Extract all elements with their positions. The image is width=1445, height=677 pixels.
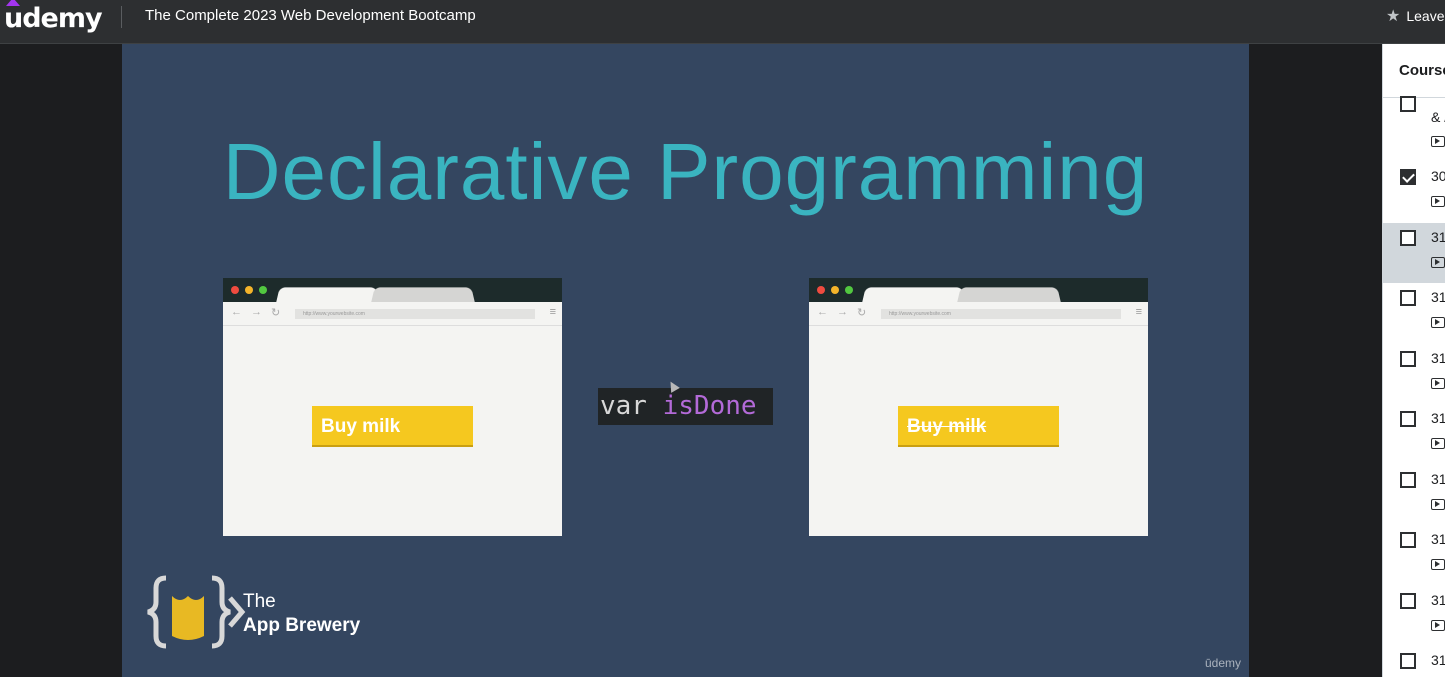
- lecture-checkbox[interactable]: [1400, 290, 1416, 306]
- lecture-number: 31: [1431, 410, 1445, 426]
- lecture-item[interactable]: 31: [1383, 646, 1445, 677]
- lecture-checkbox[interactable]: [1400, 229, 1416, 246]
- maximize-dot-icon: [845, 286, 853, 294]
- menu-icon: ≡: [549, 306, 556, 318]
- lecture-checkbox[interactable]: [1400, 96, 1416, 112]
- browser-mockup-right: ← → ↻ http://www.yourwebsite.com ≡ Buy m…: [809, 278, 1148, 536]
- slide-title: Declarative Programming: [222, 127, 1149, 216]
- lecture-checkbox[interactable]: [1400, 411, 1416, 427]
- back-arrow-icon: ←: [817, 306, 828, 318]
- lecture-item[interactable]: 30: [1383, 162, 1445, 222]
- lecture-checkbox[interactable]: [1400, 169, 1416, 185]
- leave-rating-label: Leave: [1406, 8, 1445, 24]
- lecture-item[interactable]: 31: [1383, 586, 1445, 646]
- sidebar-title: Course content: [1399, 62, 1445, 79]
- browser-tab-inactive: [957, 287, 1061, 303]
- lecture-item[interactable]: 31: [1383, 283, 1445, 343]
- minimize-dot-icon: [245, 286, 253, 294]
- menu-icon: ≡: [1135, 306, 1142, 318]
- browser-tab: [276, 287, 380, 303]
- url-bar: http://www.yourwebsite.com: [295, 309, 535, 319]
- lecture-number: 31: [1431, 470, 1445, 487]
- lecture-slide[interactable]: Declarative Programming ← → ↻ http://www…: [122, 44, 1249, 677]
- close-dot-icon: [817, 286, 825, 294]
- lecture-number: 31: [1431, 531, 1445, 547]
- close-dot-icon: [231, 286, 239, 294]
- video-icon: [1431, 498, 1445, 510]
- forward-arrow-icon: →: [837, 306, 848, 318]
- lecture-checkbox[interactable]: [1400, 471, 1416, 488]
- course-content-sidebar[interactable]: Course content & / 30 31 31 31 31 31 31 31 31: [1382, 44, 1445, 677]
- browser-navbar: ← → ↻ http://www.yourwebsite.com ≡: [809, 302, 1148, 326]
- lecture-number: 31: [1431, 652, 1445, 668]
- top-header: udemy The Complete 2023 Web Development …: [0, 0, 1445, 44]
- video-icon: [1431, 438, 1445, 449]
- lecture-checkbox[interactable]: [1400, 592, 1416, 609]
- browser-titlebar: [223, 278, 562, 303]
- lecture-item[interactable]: 31: [1383, 465, 1445, 525]
- lecture-number: 31: [1431, 591, 1445, 608]
- course-title[interactable]: The Complete 2023 Web Development Bootca…: [145, 7, 476, 24]
- lecture-item[interactable]: & /: [1383, 82, 1445, 147]
- reload-icon: ↻: [271, 307, 281, 319]
- reload-icon: ↻: [857, 307, 867, 319]
- lecture-number: 31: [1431, 349, 1445, 366]
- browser-titlebar: [809, 278, 1148, 303]
- maximize-dot-icon: [259, 286, 267, 294]
- video-icon: [1431, 559, 1445, 570]
- udemy-logo[interactable]: udemy: [4, 0, 103, 36]
- code-variable: isDone: [662, 391, 757, 421]
- code-keyword: var: [600, 391, 647, 421]
- code-snippet: var isDone: [598, 388, 773, 425]
- browser-tab: [862, 287, 966, 303]
- video-icon: [1431, 136, 1445, 147]
- buy-milk-button: Buy milk: [312, 406, 473, 447]
- browser-mockup-left: ← → ↻ http://www.yourwebsite.com ≡ Buy m…: [223, 278, 562, 536]
- udemy-watermark: ūdemy: [1204, 656, 1241, 670]
- lecture-number: 30: [1431, 168, 1445, 184]
- lecture-checkbox[interactable]: [1400, 653, 1416, 669]
- video-icon: [1431, 196, 1445, 207]
- buy-milk-done-button: Buy milk: [898, 406, 1059, 447]
- star-icon: ★: [1386, 8, 1401, 25]
- lecture-number: 31: [1431, 289, 1445, 305]
- leave-rating-button[interactable]: ★ Leave: [1386, 6, 1445, 26]
- forward-arrow-icon: →: [251, 306, 262, 318]
- lecture-item[interactable]: 31: [1383, 344, 1445, 404]
- video-icon: [1431, 256, 1445, 268]
- app-brewery-wordmark: The App Brewery: [243, 591, 361, 636]
- logo-hat-icon: [6, 0, 20, 6]
- browser-navbar: ← → ↻ http://www.yourwebsite.com ≡: [223, 302, 562, 326]
- minimize-dot-icon: [831, 286, 839, 294]
- lecture-item[interactable]: 31: [1383, 404, 1445, 464]
- lecture-item[interactable]: 31: [1383, 222, 1445, 283]
- video-icon: [1431, 377, 1445, 389]
- header-divider: [121, 6, 122, 28]
- lecture-number: 31: [1431, 228, 1445, 245]
- lecture-item[interactable]: 31: [1383, 525, 1445, 585]
- lecture-checkbox[interactable]: [1400, 532, 1416, 548]
- video-icon: [1431, 317, 1445, 328]
- url-bar: http://www.yourwebsite.com: [881, 309, 1121, 319]
- back-arrow-icon: ←: [231, 306, 242, 318]
- video-icon: [1431, 619, 1445, 631]
- lecture-checkbox[interactable]: [1400, 350, 1416, 367]
- browser-tab-inactive: [371, 287, 475, 303]
